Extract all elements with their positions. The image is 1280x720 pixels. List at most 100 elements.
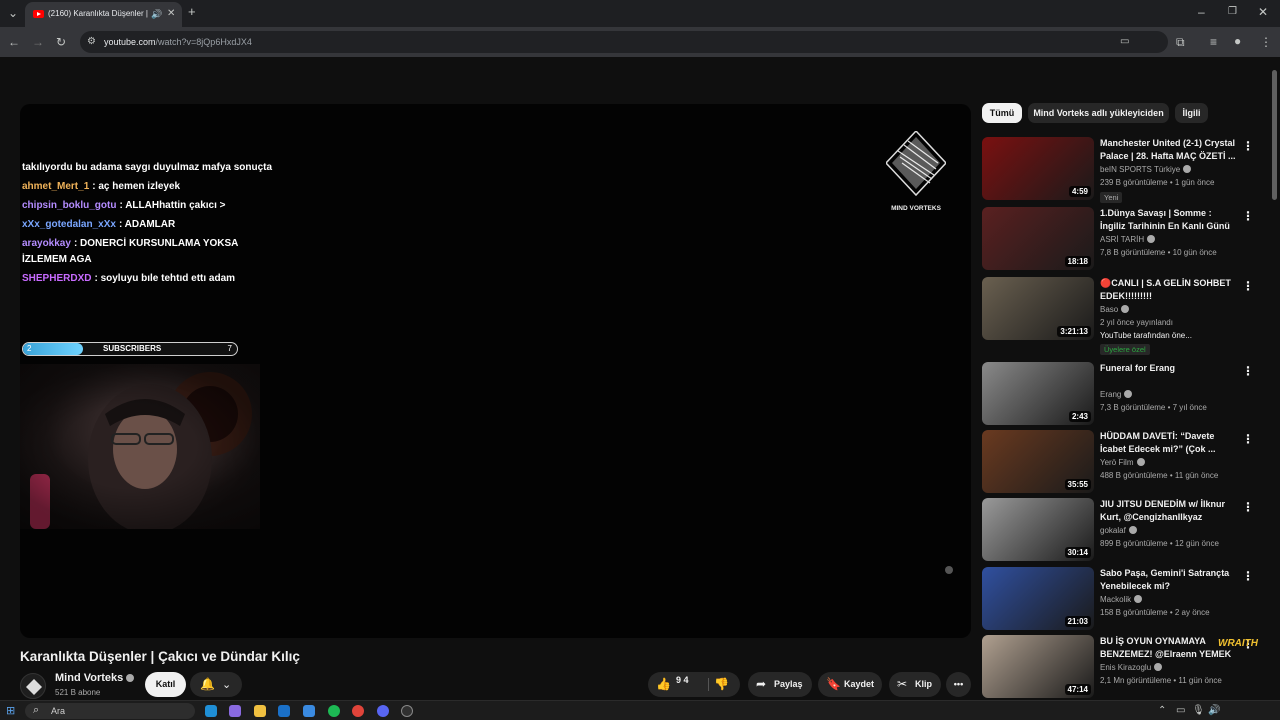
profile-icon[interactable]: ●: [1234, 35, 1241, 47]
reload-icon[interactable]: ↻: [56, 36, 66, 48]
video-menu-icon[interactable]: ⋮: [1242, 432, 1254, 446]
spotify-icon[interactable]: [328, 705, 340, 717]
video-title-link[interactable]: Sabo Paşa, Gemini'i Satrançta Yenebilece…: [1100, 567, 1236, 593]
join-button[interactable]: Katıl: [145, 672, 186, 697]
cast-icon[interactable]: ▭: [1120, 36, 1129, 48]
store-icon[interactable]: [303, 705, 315, 717]
media-control-icon[interactable]: ≡: [1210, 36, 1217, 48]
taskbar-search[interactable]: ⌕ Ara: [25, 703, 195, 719]
video-channel[interactable]: Yerö Film: [1100, 458, 1145, 467]
channel-avatar[interactable]: [20, 673, 46, 699]
recommended-video[interactable]: 35:55 HÜDDAM DAVETİ: “Davete İcabet Edece…: [982, 430, 1254, 494]
copilot-icon[interactable]: [229, 705, 241, 717]
recommended-video[interactable]: 3:21:13 🔴CANLI | S.A GELİN SOHBET EDEK!!!…: [982, 277, 1254, 355]
video-channel[interactable]: gokalaf: [1100, 526, 1137, 535]
video-title-link[interactable]: HÜDDAM DAVETİ: “Davete İcabet Edecek mi?…: [1100, 430, 1236, 456]
video-channel-name[interactable]: Erang: [1100, 390, 1121, 399]
subscriber-count: 521 B abone: [55, 688, 101, 697]
recommended-video[interactable]: 21:03 Sabo Paşa, Gemini'i Satrançta Yeneb…: [982, 567, 1254, 631]
video-channel[interactable]: Erang: [1100, 390, 1133, 399]
video-channel-name[interactable]: beIN SPORTS Türkiye: [1100, 165, 1180, 174]
file-explorer-icon[interactable]: [254, 705, 266, 717]
tab-close-icon[interactable]: ✕: [167, 8, 175, 20]
video-thumbnail[interactable]: 30:14: [982, 498, 1094, 561]
restore-icon[interactable]: ❐: [1228, 6, 1237, 18]
video-thumbnail[interactable]: 4:59: [982, 137, 1094, 200]
video-title-link[interactable]: 🔴CANLI | S.A GELİN SOHBET EDEK!!!!!!!!!: [1100, 277, 1236, 303]
video-channel[interactable]: beIN SPORTS Türkiye: [1100, 165, 1192, 174]
recommended-video[interactable]: 30:14 JIU JITSU DENEDİM w/ İlknur Kurt, @…: [982, 498, 1254, 562]
chip-all[interactable]: Tümü: [982, 103, 1022, 123]
video-channel-name[interactable]: Baso: [1100, 305, 1118, 314]
video-menu-icon[interactable]: ⋮: [1242, 569, 1254, 583]
video-channel[interactable]: ASRİ TARİH: [1100, 235, 1156, 244]
video-menu-icon[interactable]: ⋮: [1242, 209, 1254, 223]
microphone-icon[interactable]: 🎙: [1192, 705, 1205, 717]
like-button[interactable]: 👍 9 4: [656, 672, 706, 697]
tray-chevron-icon[interactable]: ⌃: [1158, 705, 1166, 717]
recommended-video[interactable]: 4:59 Manchester United (2-1) Crystal Pala…: [982, 137, 1254, 203]
video-channel-name[interactable]: gokalaf: [1100, 526, 1126, 535]
video-channel[interactable]: Baso: [1100, 305, 1130, 314]
windows-start-icon[interactable]: ⊞: [6, 705, 15, 717]
tab-audio-icon[interactable]: 🔊: [151, 8, 162, 20]
page-scrollbar-thumb[interactable]: [1272, 70, 1277, 200]
recommended-video[interactable]: 18:18 1.Dünya Savaşı | Somme : İngiliz Ta…: [982, 207, 1254, 271]
share-button[interactable]: ➦ Paylaş: [748, 672, 812, 697]
video-channel-name[interactable]: Yerö Film: [1100, 458, 1134, 467]
video-title-link[interactable]: Manchester United (2-1) Crystal Palace |…: [1100, 137, 1236, 163]
video-title-link[interactable]: Funeral for Erang: [1100, 362, 1236, 375]
video-menu-icon[interactable]: ⋮: [1242, 364, 1254, 378]
more-actions-button[interactable]: •••: [946, 672, 971, 697]
video-player[interactable]: takılıyordu bu adama saygı duyulmaz mafy…: [20, 104, 971, 638]
obs-icon[interactable]: [401, 705, 413, 717]
new-tab-icon[interactable]: +: [188, 5, 196, 18]
video-title-link[interactable]: JIU JITSU DENEDİM w/ İlknur Kurt, @Cengi…: [1100, 498, 1236, 524]
channel-name[interactable]: Mind Vorteks: [55, 672, 135, 684]
recommended-video[interactable]: 47:14 BU İŞ OYUN OYNAMAYA BENZEMEZ! @Elra…: [982, 635, 1254, 699]
back-icon[interactable]: ←: [8, 36, 20, 48]
dislike-button[interactable]: 👎: [714, 672, 736, 697]
video-thumbnail[interactable]: 18:18: [982, 207, 1094, 270]
network-icon[interactable]: ▭: [1176, 705, 1185, 717]
window-close-icon[interactable]: ✕: [1258, 6, 1268, 18]
notification-bell-button[interactable]: 🔔 ⌄: [190, 672, 242, 697]
video-channel-name[interactable]: Mackolik: [1100, 595, 1131, 604]
tab-search-icon[interactable]: ⌄: [6, 7, 20, 19]
forward-icon[interactable]: →: [32, 36, 44, 48]
video-menu-icon[interactable]: ⋮: [1242, 279, 1254, 293]
outlook-icon[interactable]: [278, 705, 290, 717]
video-channel[interactable]: Mackolik: [1100, 595, 1143, 604]
video-channel[interactable]: Enis Kirazoglu: [1100, 663, 1163, 672]
player-settings-icon[interactable]: [945, 566, 953, 574]
discord-icon[interactable]: [377, 705, 389, 717]
edge-icon[interactable]: [205, 705, 217, 717]
video-title-link[interactable]: BU İŞ OYUN OYNAMAYA BENZEMEZ! @Elraenn Y…: [1100, 635, 1236, 661]
video-thumbnail[interactable]: 21:03: [982, 567, 1094, 630]
save-button[interactable]: 🔖 Kaydet: [818, 672, 882, 697]
chrome-menu-icon[interactable]: ⋮: [1260, 36, 1272, 48]
video-title-link[interactable]: 1.Dünya Savaşı | Somme : İngiliz Tarihin…: [1100, 207, 1236, 233]
video-channel-name[interactable]: Enis Kirazoglu: [1100, 663, 1151, 672]
browser-tab[interactable]: (2160) Karanlıkta Düşenler | Ç 🔊 ✕: [25, 2, 182, 27]
video-menu-icon[interactable]: ⋮: [1242, 139, 1254, 153]
chip-from-uploader[interactable]: Mind Vorteks adlı yükleyiciden: [1028, 103, 1169, 123]
subscriber-goal-bar: 2 SUBSCRIBERS 7: [22, 342, 238, 356]
video-thumbnail[interactable]: 2:43: [982, 362, 1094, 425]
address-bar[interactable]: ⚙ youtube.com/watch?v=8jQp6HxdJX4 ▭: [80, 31, 1168, 53]
extensions-icon[interactable]: ⧉: [1176, 36, 1185, 48]
minimize-icon[interactable]: –: [1198, 6, 1205, 18]
chip-related[interactable]: İlgili: [1175, 103, 1208, 123]
chat-message: arayokkay: DONERCİ KURSUNLAMA YOKSA: [22, 238, 238, 249]
video-thumbnail[interactable]: 3:21:13: [982, 277, 1094, 340]
site-info-icon[interactable]: ⚙: [87, 36, 96, 48]
video-thumbnail[interactable]: 47:14: [982, 635, 1094, 698]
video-thumbnail[interactable]: 35:55: [982, 430, 1094, 493]
volume-icon[interactable]: 🔊: [1208, 705, 1220, 717]
clip-button[interactable]: ✂ Klip: [889, 672, 941, 697]
recommended-video[interactable]: 2:43 Funeral for Erang Erang 7,3 B görüntül…: [982, 362, 1254, 426]
channel-name-text[interactable]: Mind Vorteks: [55, 672, 123, 684]
video-menu-icon[interactable]: ⋮: [1242, 500, 1254, 514]
video-channel-name[interactable]: ASRİ TARİH: [1100, 235, 1144, 244]
chrome-icon[interactable]: [352, 705, 364, 717]
